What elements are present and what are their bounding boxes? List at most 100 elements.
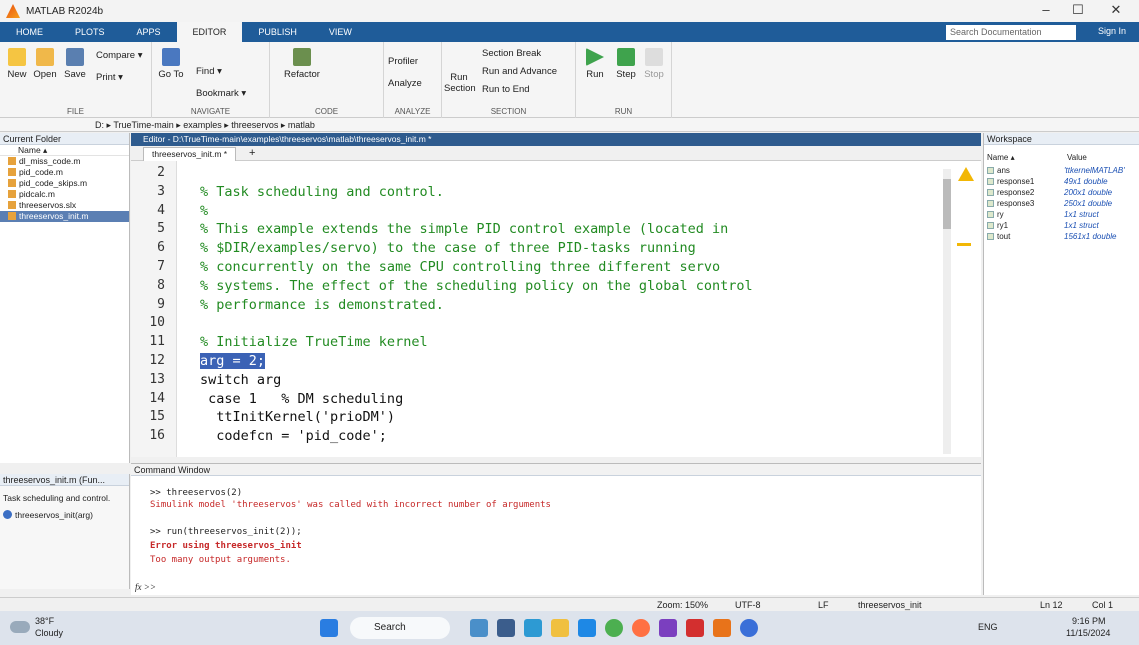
variable-name: tout xyxy=(997,232,1011,241)
language-indicator[interactable]: ENG xyxy=(978,622,998,632)
stop-label: Stop xyxy=(644,69,664,80)
file-name: pidcalc.m xyxy=(19,189,55,199)
clock-time[interactable]: 9:16 PM xyxy=(1072,616,1106,626)
workspace-row[interactable]: response2 200x1 double xyxy=(987,188,1137,198)
command-window[interactable]: Command Window >> threeservos(2) Simulin… xyxy=(131,463,981,595)
store-icon[interactable] xyxy=(578,619,596,637)
editor-scroll-thumb[interactable] xyxy=(943,179,951,229)
cloud-icon xyxy=(10,621,30,633)
list-item[interactable]: pidcalc.m xyxy=(0,189,129,200)
refactor-button[interactable]: Refactor xyxy=(284,48,320,80)
close-button[interactable]: ✕ xyxy=(1100,2,1132,18)
tab-editor[interactable]: EDITOR xyxy=(176,22,243,42)
weather-temp[interactable]: 38°F xyxy=(35,616,54,626)
app-icon[interactable] xyxy=(524,619,542,637)
workspace-row[interactable]: response1 49x1 double xyxy=(987,177,1137,187)
warning-marker[interactable] xyxy=(957,243,971,246)
print-button[interactable]: Print ▾ xyxy=(96,72,123,83)
matlab-taskbar-icon[interactable] xyxy=(713,619,731,637)
list-item[interactable]: dl_miss_code.m xyxy=(0,156,129,167)
command-error: Error using threeservos_init xyxy=(150,541,302,551)
run-advance-button[interactable]: Run and Advance xyxy=(482,66,557,77)
sign-in-link[interactable]: Sign In xyxy=(1098,26,1126,36)
vs-icon[interactable] xyxy=(659,619,677,637)
add-tab-button[interactable]: + xyxy=(249,147,255,159)
code-group: Refactor CODE xyxy=(270,42,384,118)
file-name: threeservos.slx xyxy=(19,200,77,210)
path-segment[interactable]: matlab xyxy=(288,120,315,130)
details-description: Task scheduling and control. xyxy=(3,493,111,503)
app-icon[interactable] xyxy=(740,619,758,637)
path-segment[interactable]: threeservos xyxy=(231,120,278,130)
command-prompt[interactable]: fx >> xyxy=(135,582,156,592)
tab-home[interactable]: HOME xyxy=(0,22,59,42)
code-editor[interactable]: 2 3 4 5 6 7 8 9 10 11 12 13 14 15 16 % Task scheduling… xyxy=(131,161,981,457)
search-documentation-input[interactable]: Search Documentation xyxy=(946,25,1076,40)
details-panel: threeservos_init.m (Fun... Task scheduli… xyxy=(0,474,130,589)
line-number: 7 xyxy=(157,259,165,274)
save-button[interactable]: Save xyxy=(62,48,88,80)
profiler-button[interactable]: Profiler xyxy=(388,56,418,67)
compare-button[interactable]: Compare ▾ xyxy=(96,50,142,61)
run-icon xyxy=(586,48,604,66)
run-to-end-button[interactable]: Run to End xyxy=(482,84,530,95)
workspace-row[interactable]: ry 1x1 struct xyxy=(987,210,1137,220)
code-line: % Task scheduling and control. xyxy=(200,183,444,200)
code-line: % This example extends the simple PID co… xyxy=(200,221,729,238)
path-drive[interactable]: D: xyxy=(95,120,104,130)
clock-date[interactable]: 11/15/2024 xyxy=(1066,628,1110,638)
line-number: 16 xyxy=(149,428,165,444)
tab-apps[interactable]: APPS xyxy=(121,22,177,42)
name-column-header[interactable]: Name ▴ xyxy=(0,145,129,156)
tab-plots[interactable]: PLOTS xyxy=(59,22,121,42)
workspace-row[interactable]: tout 1561x1 double xyxy=(987,232,1137,242)
list-item[interactable]: threeservos.slx xyxy=(0,200,129,211)
taskbar-search[interactable]: Search xyxy=(350,617,450,639)
bookmark-button[interactable]: Bookmark ▾ xyxy=(196,88,246,99)
variable-value: 1x1 struct xyxy=(1064,221,1099,230)
run-section-button[interactable]: Run Section xyxy=(444,72,476,94)
run-button[interactable]: Run xyxy=(584,48,606,80)
weather-desc[interactable]: Cloudy xyxy=(35,628,63,638)
minimize-button[interactable]: – xyxy=(1030,2,1062,17)
details-function-signature: threeservos_init(arg) xyxy=(0,510,129,520)
firefox-icon[interactable] xyxy=(632,619,650,637)
goto-button[interactable]: Go To xyxy=(158,48,184,80)
line-number: 15 xyxy=(149,409,165,425)
path-segment[interactable]: TrueTime-main xyxy=(113,120,173,130)
path-segment[interactable]: examples xyxy=(183,120,222,130)
chrome-icon[interactable] xyxy=(605,619,623,637)
analyze-button[interactable]: Analyze xyxy=(388,78,422,89)
section-break-button[interactable]: Section Break xyxy=(482,48,541,59)
app-icon[interactable] xyxy=(470,619,488,637)
file-icon xyxy=(8,179,16,187)
workspace-row[interactable]: ans 'ttkernelMATLAB' xyxy=(987,166,1137,176)
open-button[interactable]: Open xyxy=(32,48,58,80)
editor-tab-threeservos[interactable]: threeservos_init.m * xyxy=(143,147,237,161)
warning-icon[interactable] xyxy=(958,167,974,181)
tab-view[interactable]: VIEW xyxy=(313,22,368,42)
line-number-gutter: 2 3 4 5 6 7 8 9 10 11 12 13 14 15 16 xyxy=(131,161,177,457)
list-item[interactable]: threeservos_init.m xyxy=(0,211,129,222)
file-explorer-icon[interactable] xyxy=(551,619,569,637)
step-button[interactable]: Step xyxy=(614,48,638,80)
app-icon[interactable] xyxy=(497,619,515,637)
code-line: case 1 % DM scheduling xyxy=(200,390,404,407)
list-item[interactable]: pid_code.m xyxy=(0,167,129,178)
workspace-row[interactable]: ry1 1x1 struct xyxy=(987,221,1137,231)
workspace-row[interactable]: response3 250x1 double xyxy=(987,199,1137,209)
pdf-icon[interactable] xyxy=(686,619,704,637)
file-icon xyxy=(8,168,16,176)
find-button[interactable]: Find ▾ xyxy=(196,66,222,77)
new-button[interactable]: New xyxy=(6,48,28,80)
analyze-group: Profiler Analyze ANALYZE xyxy=(384,42,442,118)
variable-name: response3 xyxy=(997,199,1035,208)
goto-label: Go To xyxy=(158,69,184,80)
value-column-header[interactable]: Value xyxy=(1067,153,1087,163)
windows-start-icon[interactable] xyxy=(320,619,338,637)
stop-button[interactable]: Stop xyxy=(642,48,666,80)
maximize-button[interactable]: ☐ xyxy=(1062,2,1094,18)
tab-publish[interactable]: PUBLISH xyxy=(242,22,313,42)
list-item[interactable]: pid_code_skips.m xyxy=(0,178,129,189)
name-column-header[interactable]: Name ▴ xyxy=(987,153,1015,162)
